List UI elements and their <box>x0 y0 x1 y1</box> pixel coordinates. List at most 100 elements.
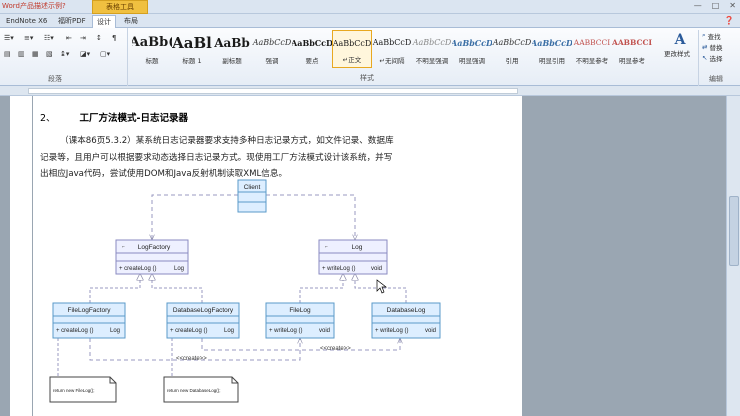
style-name: 引用 <box>505 57 519 65</box>
style-tile[interactable]: AaBbCcD 要点 <box>292 30 332 68</box>
style-name: ↵正文 <box>342 56 362 64</box>
sort-icon[interactable]: ↕ <box>96 34 102 42</box>
section-heading[interactable]: 2、 工厂方法模式-日志记录器 <box>40 110 188 124</box>
style-tile[interactable]: AaBbCcD ↵正文 <box>332 30 372 68</box>
style-sample: AaBbCcD <box>412 38 452 47</box>
styles-group-label: 样式 <box>360 74 374 82</box>
style-sample: AaBbCcD <box>532 38 572 48</box>
style-tile[interactable]: AaBb( 标题 <box>132 30 172 68</box>
body-paragraph[interactable]: （课本86页5.3.2）某系统日志记录器要求支持多种日志记录方式，如文件记录、数… <box>40 133 518 183</box>
maximize-icon[interactable]: □ <box>712 1 720 10</box>
style-sample: AaBbCcD <box>332 39 372 48</box>
find-button[interactable]: ⌕ 查找 <box>699 30 740 41</box>
show-marks-icon[interactable]: ¶ <box>112 34 116 42</box>
increase-indent-icon[interactable]: ⇥ <box>80 34 86 42</box>
replace-label: 替换 <box>709 43 723 52</box>
style-sample: AaBl <box>172 34 212 52</box>
style-tile[interactable]: AABBCCI 不明显参考 <box>572 30 612 68</box>
select-button[interactable]: ↖ 选择 <box>699 52 740 63</box>
change-styles-icon: A <box>674 32 686 48</box>
table-tools-context-tab[interactable]: 表格工具 <box>92 0 148 14</box>
close-icon[interactable]: ✕ <box>729 1 736 10</box>
find-icon: ⌕ <box>702 31 706 39</box>
style-sample: AaBbCcD <box>492 38 532 47</box>
align-center-icon[interactable]: ▥ <box>18 50 25 58</box>
decrease-indent-icon[interactable]: ⇤ <box>66 34 72 42</box>
style-name: 标题 <box>145 57 159 65</box>
style-sample: AaBbCcD <box>452 38 492 48</box>
style-tile[interactable]: AaBbCcD 不明显强调 <box>412 30 452 68</box>
align-left-icon[interactable]: ▤ <box>4 50 11 58</box>
style-name: 强调 <box>265 57 279 65</box>
style-sample: AaBb <box>214 36 250 50</box>
paragraph-group: ☰▾ ≡▾ ☷▾ ⇤ ⇥ ↕ ¶ ▤ ▥ ▦ ▧ ↨▾ ◪▾ ▢▾ 段落 <box>0 28 128 86</box>
styles-gallery: AaBb( 标题 AaBl 标题 1 AaBb 副标题 AaBbCcD 强调 AaBbCcD 要点… <box>132 30 652 70</box>
style-name: 明显参考 <box>619 57 645 65</box>
style-tile[interactable]: AaBl 标题 1 <box>172 30 212 68</box>
bullets-icon[interactable]: ☰▾ <box>4 34 14 42</box>
ribbon-tab-strip: EndNote X6 福昕PDF 设计 布局 ❓ <box>0 14 740 28</box>
align-right-icon[interactable]: ▦ <box>32 50 39 58</box>
style-name: 不明显参考 <box>575 57 609 65</box>
paragraph-line: 出相应Java代码，尝试使用DOM和Java反射机制读取XML信息。 <box>40 169 288 179</box>
style-name: 副标题 <box>222 57 242 65</box>
horizontal-ruler[interactable] <box>0 86 740 96</box>
tab-endnote[interactable]: EndNote X6 <box>2 15 51 28</box>
style-sample: AaBbCcD <box>252 38 292 47</box>
shading-icon[interactable]: ◪▾ <box>80 50 90 58</box>
vertical-scrollbar[interactable] <box>726 96 740 416</box>
paragraph-line: （课本86页5.3.2）某系统日志记录器要求支持多种日志记录方式，如文件记录、数… <box>60 136 394 146</box>
borders-icon[interactable]: ▢▾ <box>100 50 110 58</box>
window-controls: — □ ✕ <box>694 1 736 10</box>
select-label: 选择 <box>709 54 723 63</box>
style-sample: AaBbCcD <box>292 38 332 48</box>
style-name: 不明显强调 <box>415 57 449 65</box>
style-sample: AaBb( <box>132 35 172 50</box>
ruler-text-area <box>28 88 518 94</box>
numbering-icon[interactable]: ≡▾ <box>24 34 33 42</box>
tab-design[interactable]: 设计 <box>92 15 116 28</box>
tab-foxit-pdf[interactable]: 福昕PDF <box>54 15 90 28</box>
heading-number: 2、 <box>40 113 56 124</box>
style-tile[interactable]: AaBbCcD 明显引用 <box>532 30 572 68</box>
heading-text: 工厂方法模式-日志记录器 <box>79 113 188 124</box>
paragraph-group-label: 段落 <box>48 75 62 83</box>
help-icon[interactable]: ❓ <box>724 16 734 25</box>
page-margin-line <box>32 96 33 416</box>
style-tile[interactable]: AaBbCcD 引用 <box>492 30 532 68</box>
document-area: 2、 工厂方法模式-日志记录器 （课本86页5.3.2）某系统日志记录器要求支持多… <box>0 96 740 416</box>
editing-group: ⌕ 查找 ⇄ 替换 ↖ 选择 编辑 <box>698 30 740 86</box>
style-name: 明显引用 <box>539 57 565 65</box>
style-sample: AABBCCI <box>612 38 652 47</box>
style-tile[interactable]: AaBbCcD 强调 <box>252 30 292 68</box>
find-label: 查找 <box>707 32 721 41</box>
title-bar: Word产品描述示例? 表格工具 — □ ✕ <box>0 0 740 14</box>
window-title: Word产品描述示例? <box>2 2 66 10</box>
ribbon: ☰▾ ≡▾ ☷▾ ⇤ ⇥ ↕ ¶ ▤ ▥ ▦ ▧ ↨▾ ◪▾ ▢▾ 段落 AaB… <box>0 28 740 86</box>
document-page[interactable]: 2、 工厂方法模式-日志记录器 （课本86页5.3.2）某系统日志记录器要求支持多… <box>10 96 522 416</box>
style-sample: AaBbCcD <box>372 38 412 47</box>
style-name: 要点 <box>305 57 319 65</box>
style-tile[interactable]: AaBbCcD ↵无间隔 <box>372 30 412 68</box>
tab-layout[interactable]: 布局 <box>120 15 142 28</box>
change-styles-button[interactable]: A 更改样式 <box>664 32 692 58</box>
editing-group-label: 编辑 <box>709 75 723 83</box>
minimize-icon[interactable]: — <box>694 1 702 10</box>
word-window: Word产品描述示例? 表格工具 — □ ✕ EndNote X6 福昕PDF … <box>0 0 740 416</box>
select-icon: ↖ <box>702 53 708 62</box>
style-tile[interactable]: AaBb 副标题 <box>212 30 252 68</box>
style-name: ↵无间隔 <box>379 57 405 65</box>
justify-icon[interactable]: ▧ <box>46 50 53 58</box>
style-tile[interactable]: AaBbCcD 明显强调 <box>452 30 492 68</box>
line-spacing-icon[interactable]: ↨▾ <box>60 50 69 58</box>
style-name: 标题 1 <box>182 57 202 65</box>
paragraph-line: 记录等，且用户可以根据要求动态选择日志记录方式。现使用工厂方法模式设计该系统，并… <box>40 152 393 163</box>
style-sample: AABBCCI <box>573 38 611 47</box>
multilevel-list-icon[interactable]: ☷▾ <box>44 34 54 42</box>
style-tile[interactable]: AABBCCI 明显参考 <box>612 30 652 68</box>
change-styles-label: 更改样式 <box>664 50 690 58</box>
scrollbar-thumb[interactable] <box>729 196 739 266</box>
replace-icon: ⇄ <box>702 42 708 51</box>
style-name: 明显强调 <box>459 57 485 65</box>
replace-button[interactable]: ⇄ 替换 <box>699 41 740 52</box>
